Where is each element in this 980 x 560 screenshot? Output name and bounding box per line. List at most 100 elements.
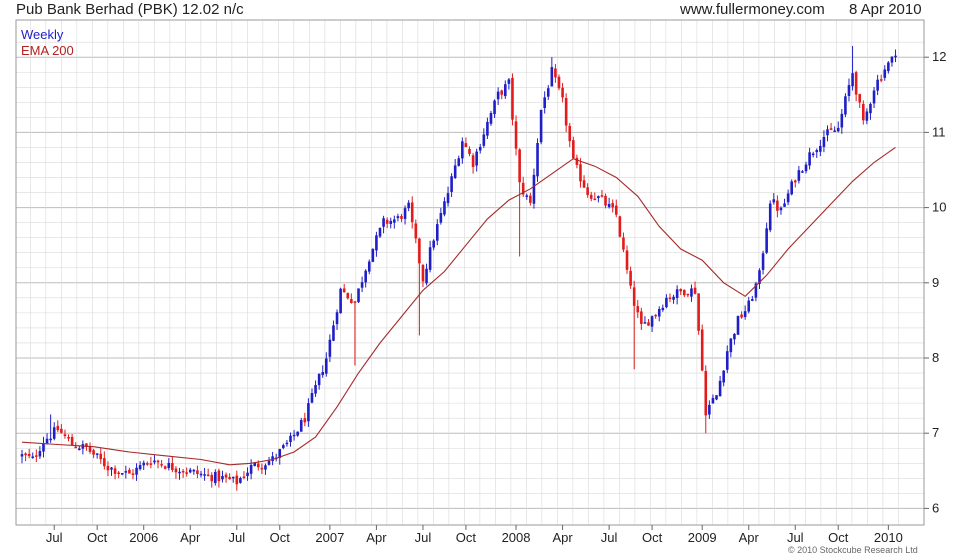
candle	[640, 307, 643, 330]
candle	[854, 70, 858, 102]
candle	[711, 394, 715, 404]
candle	[486, 117, 489, 139]
candle	[561, 82, 564, 103]
candle-body	[718, 380, 722, 397]
candle	[206, 468, 210, 477]
candle-body	[196, 470, 199, 475]
candle-body	[869, 103, 872, 114]
candle-body	[292, 434, 296, 437]
candle	[661, 304, 665, 312]
candle	[478, 143, 482, 154]
candle-body	[332, 325, 335, 341]
candle	[876, 74, 879, 96]
candle	[539, 109, 543, 145]
candle-body	[188, 469, 192, 473]
candle-body	[622, 237, 625, 250]
candle-body	[153, 460, 156, 463]
candle	[310, 388, 314, 404]
candle	[342, 283, 346, 293]
candle	[636, 299, 640, 318]
candle-body	[686, 293, 690, 296]
candle-body	[396, 216, 400, 219]
candle	[464, 137, 468, 148]
candle-body	[242, 476, 246, 479]
candle-body	[887, 62, 890, 72]
candle	[367, 259, 371, 275]
candle	[536, 138, 539, 182]
ema-line	[21, 146, 896, 466]
candle	[647, 318, 650, 326]
candle-body	[862, 104, 865, 121]
candle-body	[131, 473, 135, 475]
candle-body	[99, 453, 103, 460]
candle	[729, 338, 733, 358]
candle	[117, 470, 120, 479]
candle-body	[844, 96, 847, 115]
x-tick-label: Oct	[270, 530, 291, 545]
candle-body	[715, 395, 718, 400]
candle-body	[160, 464, 163, 466]
candle-body	[156, 460, 160, 463]
candle-body	[382, 218, 385, 227]
candle	[335, 309, 339, 330]
candle	[564, 93, 568, 132]
candle-body	[650, 316, 654, 327]
candle	[192, 468, 196, 475]
candle-body	[486, 121, 489, 136]
candle-body	[239, 478, 242, 483]
candle	[747, 296, 751, 314]
candle-body	[267, 460, 271, 465]
candle-body	[801, 171, 804, 173]
candle-body	[95, 453, 99, 455]
candle-body	[249, 464, 253, 474]
candle-body	[113, 468, 117, 474]
candle	[35, 449, 38, 463]
candle	[607, 197, 611, 209]
candle-body	[614, 205, 618, 215]
candle-body	[171, 463, 174, 471]
candle-body	[453, 165, 457, 178]
candle	[622, 232, 625, 253]
candle-body	[550, 67, 554, 87]
candle	[879, 74, 883, 83]
candle-body	[468, 148, 471, 154]
candle-body	[317, 373, 321, 386]
candle-body	[60, 428, 63, 433]
candle	[686, 293, 690, 298]
candle	[887, 61, 890, 74]
candle	[654, 314, 657, 319]
candle	[543, 91, 546, 114]
candle	[435, 219, 439, 246]
candle-body	[142, 462, 146, 466]
candles	[20, 45, 897, 491]
candle	[99, 448, 103, 464]
candle	[246, 467, 249, 481]
candle	[683, 289, 686, 298]
candle	[149, 456, 153, 469]
x-tick-label: 2009	[688, 530, 717, 545]
candle-body	[256, 463, 260, 468]
candle-body	[743, 311, 747, 317]
candle	[890, 56, 894, 67]
candle	[872, 86, 876, 108]
candle	[532, 168, 536, 209]
candle	[582, 175, 586, 189]
candle-body	[167, 462, 171, 468]
candle	[142, 460, 146, 470]
candle-body	[657, 309, 661, 317]
candle	[285, 439, 289, 447]
candle	[63, 429, 67, 439]
candle-body	[217, 470, 221, 482]
candle-body	[704, 371, 708, 416]
candle	[521, 176, 525, 197]
candle	[625, 245, 629, 274]
candle	[396, 213, 400, 222]
candle-body	[836, 127, 840, 132]
candle-body	[768, 203, 772, 231]
candle-body	[733, 333, 736, 340]
candle	[489, 110, 493, 126]
candle	[174, 466, 178, 479]
candle-body	[543, 97, 546, 108]
candle-body	[378, 227, 382, 237]
candle-body	[475, 151, 478, 166]
